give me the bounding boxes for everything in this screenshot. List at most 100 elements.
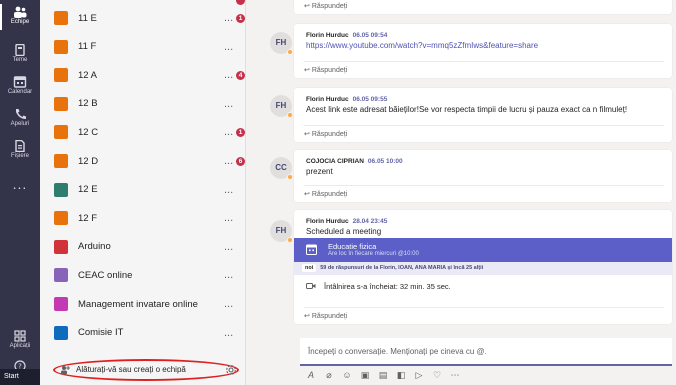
- team-name: CEAC online: [78, 269, 133, 281]
- team-row[interactable]: 12 F...: [40, 204, 246, 232]
- channel-conversation: ↩ Răspundeți FH Florin Hurduc 06.05 09:54…: [246, 0, 676, 385]
- more-options-icon[interactable]: ...: [224, 327, 233, 339]
- reply-arrow-icon: ↩: [304, 313, 312, 320]
- message-link[interactable]: https://www.youtube.com/watch?v=mmq5zZfm…: [306, 41, 538, 50]
- more-options-icon[interactable]: ...: [224, 126, 233, 138]
- rail-item-label: Calendar: [7, 89, 33, 95]
- team-row[interactable]: 11 E... 1: [40, 4, 246, 32]
- format-icon[interactable]: A: [306, 370, 316, 380]
- sticker-icon[interactable]: ▤: [378, 370, 388, 381]
- team-row[interactable]: 12 A... 4: [40, 61, 246, 89]
- more-options-icon[interactable]: ...: [224, 41, 233, 53]
- reply-link[interactable]: ↩ Răspundeți: [304, 125, 664, 142]
- gif-icon[interactable]: ▣: [360, 370, 370, 381]
- gear-icon[interactable]: [225, 364, 237, 376]
- send-location-icon[interactable]: ▷: [414, 370, 424, 381]
- more-options-icon[interactable]: ...: [224, 155, 233, 167]
- rail-item-assignments[interactable]: Teme: [0, 40, 40, 72]
- team-name: 12 C: [78, 126, 99, 138]
- unread-badge: 4: [236, 70, 245, 80]
- app-rail: Echipe Teme Calendar Apeluri Fișiere ...…: [0, 0, 40, 385]
- message-author: Florin Hurduc 28.04 23:45: [306, 218, 388, 225]
- attach-icon[interactable]: ⌀: [324, 370, 334, 381]
- meeting-message-card: Florin Hurduc 28.04 23:45 Scheduled a mee…: [294, 210, 672, 324]
- team-row[interactable]: 12 D... 6: [40, 147, 246, 175]
- emoji-icon[interactable]: ☺: [342, 370, 352, 380]
- more-options-icon[interactable]: ...: [224, 241, 233, 253]
- compose-toolbar: A ⌀ ☺ ▣ ▤ ◧ ▷ ♡ ⋯: [306, 368, 460, 382]
- reply-arrow-icon: ↩: [304, 3, 312, 10]
- more-options-icon[interactable]: ...: [224, 269, 233, 281]
- more-options-icon[interactable]: ...: [224, 212, 233, 224]
- new-badge: noi: [302, 264, 317, 272]
- assignments-icon: [15, 44, 25, 56]
- rail-item-teams[interactable]: Echipe: [0, 2, 40, 34]
- video-camera-icon: [306, 283, 316, 289]
- reply-link[interactable]: ↩ Răspundeți: [304, 307, 664, 324]
- team-avatar: [54, 11, 68, 25]
- more-options-icon[interactable]: ...: [224, 184, 233, 196]
- reply-link[interactable]: ↩ Răspundeți: [304, 185, 664, 202]
- more-apps-button[interactable]: ...: [0, 176, 40, 192]
- message-card: COJOCIA CIPRIAN 06.05 10:00 prezent ↩ Răs…: [294, 150, 672, 202]
- team-row[interactable]: Management invatare online...: [40, 290, 246, 318]
- join-create-team-link[interactable]: Alăturați-vă sau creați o echipă: [76, 365, 186, 374]
- replies-summary[interactable]: noi 59 de răspunsuri de la Florin, IOAN, …: [294, 262, 672, 275]
- avatar[interactable]: FH: [270, 95, 293, 118]
- team-avatar: [54, 154, 68, 168]
- rail-item-apps[interactable]: Aplicații: [0, 326, 40, 358]
- team-avatar: [54, 96, 68, 111]
- message-timestamp: 28.04 23:45: [352, 218, 388, 225]
- rail-item-calls[interactable]: Apeluri: [0, 104, 40, 136]
- team-row[interactable]: 12 C... 1: [40, 118, 246, 146]
- team-row[interactable]: 12 B...: [40, 90, 246, 118]
- calendar-icon: [13, 76, 27, 88]
- rail-item-calendar[interactable]: Calendar: [0, 72, 40, 104]
- team-row[interactable]: CEAC online...: [40, 261, 246, 289]
- message-timestamp: 06.05 09:54: [352, 32, 388, 39]
- team-name: 12 E: [78, 184, 98, 196]
- meeting-banner[interactable]: Educatie fizica Are loc în fiecare mierc…: [294, 238, 672, 262]
- rail-item-label: Teme: [12, 57, 28, 63]
- team-row[interactable]: 12 E...: [40, 176, 246, 204]
- apps-icon: [14, 330, 26, 342]
- team-name: 11 E: [78, 12, 97, 24]
- avatar[interactable]: CC: [270, 157, 293, 180]
- team-avatar: [54, 268, 68, 283]
- more-options-icon[interactable]: ...: [224, 12, 233, 24]
- reply-link[interactable]: ↩ Răspundeți: [304, 0, 664, 14]
- compose-box[interactable]: Începeți o conversație. Menționați pe ci…: [300, 338, 672, 366]
- start-button[interactable]: Start: [0, 369, 40, 385]
- reply-arrow-icon: ↩: [304, 131, 312, 138]
- avatar[interactable]: FH: [270, 220, 293, 243]
- more-icon[interactable]: ⋯: [450, 370, 460, 381]
- message-text: Acest link este adresat băieților!Se vor…: [306, 105, 628, 114]
- rail-item-help[interactable]: ?: [0, 356, 40, 372]
- unread-badge: 1: [236, 127, 245, 137]
- reply-link[interactable]: ↩ Răspundeți: [304, 61, 664, 78]
- teams-list-panel: 11 E... 1 11 F... 12 A... 4 12 B... 12 C... 1 12…: [40, 0, 283, 385]
- rail-item-files[interactable]: Fișiere: [0, 136, 40, 168]
- rail-item-label: Echipe: [10, 19, 30, 25]
- praise-icon[interactable]: ♡: [432, 370, 442, 381]
- avatar[interactable]: FH: [270, 32, 293, 55]
- rail-item-label: Aplicații: [9, 343, 31, 349]
- team-avatar: [54, 39, 68, 54]
- reply-arrow-icon: ↩: [304, 191, 312, 198]
- team-avatar: [54, 297, 68, 311]
- more-options-icon[interactable]: ...: [224, 98, 233, 110]
- phone-icon: [16, 109, 26, 119]
- message-card: Florin Hurduc 06.05 09:54 https://www.you…: [294, 24, 672, 78]
- team-name: 12 B: [78, 98, 98, 110]
- more-options-icon[interactable]: ...: [224, 69, 233, 81]
- team-row[interactable]: Comisie IT...: [40, 319, 246, 347]
- team-avatar: [54, 68, 68, 83]
- more-options-icon[interactable]: ...: [224, 298, 233, 310]
- team-name: 12 A: [78, 69, 98, 81]
- message-text: Scheduled a meeting: [306, 227, 382, 236]
- team-row[interactable]: Arduino...: [40, 233, 246, 261]
- message-timestamp: 06.05 10:00: [367, 158, 403, 165]
- team-row[interactable]: 11 F...: [40, 33, 246, 61]
- meet-icon[interactable]: ◧: [396, 370, 406, 381]
- rail-item-label: Apeluri: [10, 121, 30, 127]
